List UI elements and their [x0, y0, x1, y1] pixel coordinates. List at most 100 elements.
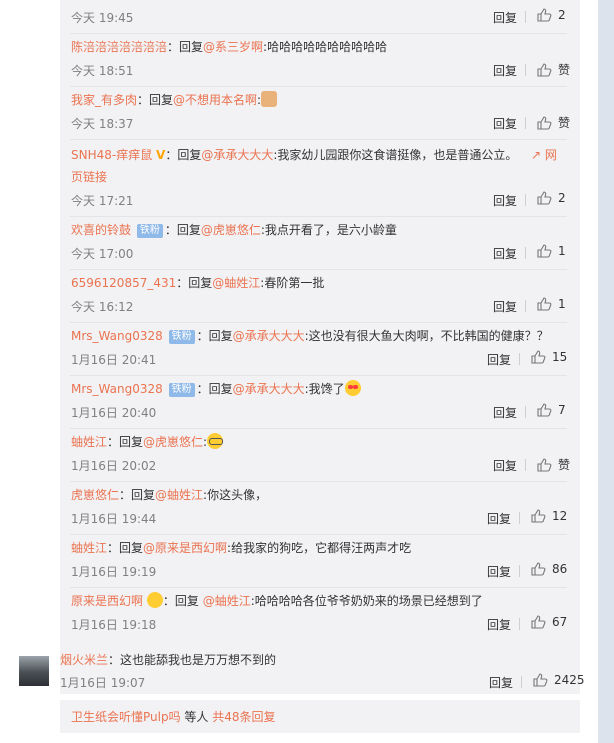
thumbs-up-icon [537, 244, 552, 258]
divider [525, 300, 526, 312]
glasses-emoji-icon [207, 433, 224, 449]
summary-mid: 等人 [180, 710, 213, 724]
comment-username[interactable]: 烟火米兰 [60, 653, 108, 667]
reply-username[interactable]: Mrs_Wang0328 [71, 382, 163, 396]
comment-text: ：这也能舔我也是万万想不到的 [108, 653, 277, 667]
reply-username[interactable]: 陈涪涪涪涪涪涪涪 [71, 40, 167, 54]
reply-button[interactable]: 回复 [493, 245, 517, 262]
reply-button[interactable]: 回复 [489, 674, 513, 691]
reply-username[interactable]: SNH48-痒痒鼠 [71, 148, 152, 162]
like-button[interactable]: 1 [537, 244, 566, 258]
reply-username[interactable]: Mrs_Wang0328 [71, 329, 163, 343]
reply-prefix: ：回复 [165, 148, 202, 162]
reply-button[interactable]: 回复 [487, 351, 511, 368]
mention-link[interactable]: @承承大大大 [233, 382, 305, 396]
thumbs-up-icon [537, 115, 552, 130]
like-button[interactable]: 67 [531, 615, 567, 629]
mention-link[interactable]: @系三岁啊 [203, 40, 263, 54]
divider [519, 512, 520, 524]
reply-text: :我馋了 [304, 382, 345, 396]
view-all-replies-link[interactable]: 共48条回复 [212, 710, 275, 724]
reply-username[interactable]: 我家_有多肉 [71, 93, 137, 107]
reply-time: 今天 16:12 [71, 300, 134, 314]
divider [525, 247, 526, 259]
divider [525, 406, 526, 418]
thumbs-up-icon [537, 457, 552, 472]
thumbs-up-icon [537, 297, 552, 311]
reply-text: :哈哈哈哈各位爷爷奶奶来的场景已经想到了 [250, 594, 483, 608]
like-button[interactable]: 12 [531, 509, 567, 523]
like-button[interactable]: 2425 [533, 673, 585, 687]
reply-time: 1月16日 20:40 [71, 406, 157, 420]
reply-username[interactable]: 蚰姓江 [71, 541, 107, 555]
like-button[interactable]: 2 [537, 191, 566, 205]
emoji-badge-icon [146, 592, 163, 608]
like-button[interactable]: 86 [531, 562, 567, 576]
like-count: 12 [552, 509, 568, 523]
like-count: 7 [558, 403, 566, 417]
reply-prefix: ：回复 [107, 435, 144, 449]
like-button[interactable]: 15 [531, 350, 567, 364]
reply-button[interactable]: 回复 [493, 62, 517, 79]
reply-username[interactable]: 原来是西幻啊 [71, 594, 143, 608]
reply-button[interactable]: 回复 [487, 510, 511, 527]
reply-button[interactable]: 回复 [493, 9, 517, 26]
reply-text: :你这头像， [203, 488, 268, 502]
avatar[interactable] [19, 656, 49, 686]
reply-button[interactable]: 回复 [493, 298, 517, 315]
like-button[interactable]: 赞 [537, 456, 570, 473]
reply-username[interactable]: 欢喜的铃鼓 [71, 223, 131, 237]
reply-button[interactable]: 回复 [487, 563, 511, 580]
reply-prefix: ：回复 [196, 329, 233, 343]
divider [70, 587, 567, 588]
divider [70, 86, 567, 87]
like-button[interactable]: 2 [537, 8, 566, 22]
reply-button[interactable]: 回复 [493, 192, 517, 209]
like-count: 赞 [558, 63, 571, 77]
like-button[interactable]: 赞 [537, 114, 570, 131]
cat-emoji-icon [261, 91, 278, 107]
reply-button[interactable]: 回复 [493, 457, 517, 474]
like-count: 86 [552, 562, 568, 576]
mention-link[interactable]: @承承大大大 [201, 148, 273, 162]
reply-prefix: ：回复 [162, 594, 199, 608]
reply-time: 今天 19:45 [71, 11, 134, 25]
web-link[interactable]: 网 [545, 148, 557, 162]
like-button[interactable]: 赞 [537, 61, 570, 78]
mention-link[interactable]: @不想用本名啊 [173, 93, 257, 107]
mention-link[interactable]: @原来是西幻啊 [143, 541, 227, 555]
reply-username[interactable]: 6596120857_431 [71, 276, 176, 290]
divider [519, 353, 520, 365]
reply-time: 今天 17:00 [71, 247, 134, 261]
reply-username[interactable]: 蚰姓江 [71, 435, 107, 449]
divider [70, 269, 567, 270]
reply-summary: 卫生纸会听懂Pulp吗 等人 共48条回复 [60, 700, 580, 733]
like-button[interactable]: 7 [537, 403, 566, 417]
scrollbar-track[interactable] [598, 0, 614, 743]
divider [70, 139, 567, 140]
mention-link[interactable]: @虎崽悠仁 [143, 435, 203, 449]
divider [519, 618, 520, 630]
divider [525, 194, 526, 206]
summary-users-link[interactable]: 卫生纸会听懂Pulp吗 [71, 710, 181, 724]
fan-badge: 铁粉 [168, 330, 195, 344]
mention-link[interactable]: @承承大大大 [233, 329, 305, 343]
divider [525, 459, 526, 471]
reply-button[interactable]: 回复 [493, 404, 517, 421]
reply-button[interactable]: 回复 [487, 616, 511, 633]
like-button[interactable]: 1 [537, 297, 566, 311]
web-link-cont[interactable]: 页链接 [71, 170, 107, 184]
thumbs-up-icon [531, 562, 546, 576]
thumbs-up-icon [537, 62, 552, 77]
divider [70, 216, 567, 217]
reply-button[interactable]: 回复 [493, 115, 517, 132]
reply-text: :哈哈哈哈哈哈哈哈哈哈 [263, 40, 388, 54]
divider [521, 676, 522, 688]
mention-link[interactable]: @蚰姓江 [155, 488, 203, 502]
mention-link[interactable]: @蚰姓江 [203, 594, 251, 608]
like-count: 2425 [554, 673, 585, 687]
mention-link[interactable]: @虎崽悠仁 [201, 223, 261, 237]
reply-username[interactable]: 虎崽悠仁 [71, 488, 119, 502]
heart-eyes-emoji-icon [344, 380, 361, 396]
mention-link[interactable]: @蚰姓江 [212, 276, 260, 290]
